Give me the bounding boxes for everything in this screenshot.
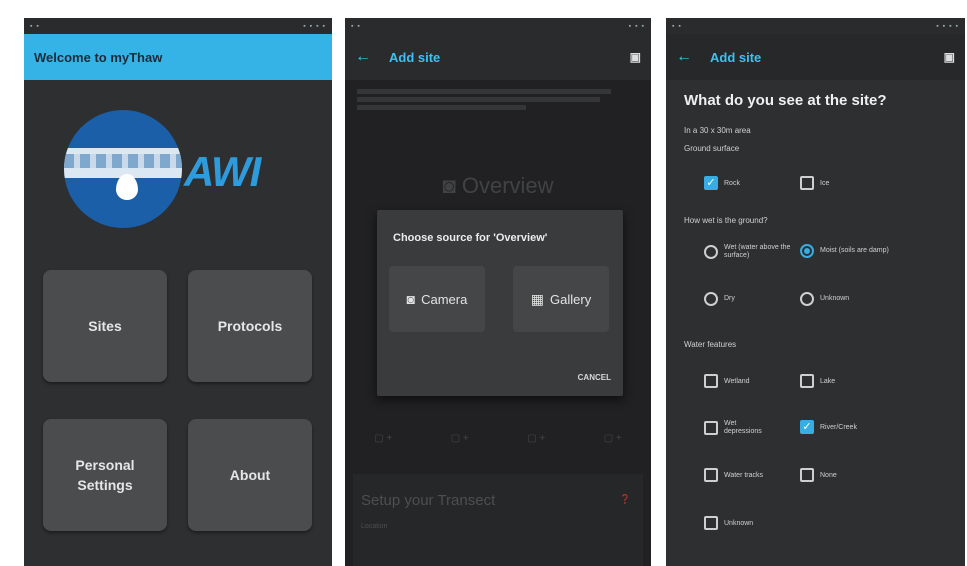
mythaw-logo (64, 110, 182, 228)
cancel-button[interactable]: CANCEL (578, 373, 611, 382)
camera-button[interactable]: ◙ Camera (389, 266, 485, 332)
status-bar: ▪ ▪ ▪ ▪ ▪ ▪ (24, 18, 332, 34)
dialog-title: Choose source for 'Overview' (393, 232, 548, 244)
radio-wet[interactable]: Wet (water above the surface) (704, 244, 794, 260)
checkbox-box (704, 468, 718, 482)
checkbox-label: Wetland (724, 377, 750, 385)
checkbox-label: Wet depressions (724, 420, 762, 435)
checkbox-none[interactable]: None (800, 468, 837, 482)
checkbox-box (800, 176, 814, 190)
about-button[interactable]: About (188, 419, 312, 531)
checkbox-label: Lake (820, 377, 836, 385)
water-features-label: Water features (684, 340, 737, 349)
app-bar: Welcome to myThaw (24, 34, 332, 80)
checkbox-lake[interactable]: Lake (800, 374, 835, 388)
checkbox-label: Ice (820, 179, 830, 187)
checkbox-box (800, 468, 814, 482)
radio-circle (704, 245, 718, 259)
sites-label: Sites (88, 318, 122, 334)
check-icon: ✓ (800, 420, 814, 434)
app-title: Add site (389, 49, 441, 65)
checkbox-rock[interactable]: ✓ Rock (704, 176, 740, 190)
app-title: Welcome to myThaw (34, 49, 163, 65)
checkbox-label: Unknown (724, 519, 754, 527)
personal-settings-label: Personal Settings (75, 457, 135, 493)
checkbox-label: Rock (724, 179, 740, 187)
camera-label: Camera (421, 291, 468, 307)
protocols-label: Protocols (217, 318, 283, 334)
camera-icon: ◙ (406, 291, 416, 307)
source-dialog: Choose source for 'Overview' ◙ Camera ▦ … (377, 210, 623, 396)
checkbox-wetland[interactable]: Wetland (704, 374, 750, 388)
save-icon[interactable]: ▣ (630, 50, 641, 64)
checkbox-label: River/Creek (820, 423, 857, 431)
radio-label: Unknown (820, 295, 850, 302)
radio-label: Dry (724, 295, 735, 302)
checkbox-box (800, 374, 814, 388)
logo-area: AWI (24, 80, 332, 230)
radio-label: Moist (soils are damp) (820, 247, 889, 254)
add-site-photo-screen: ▪ ▪ ▪ ▪ ▪ ← Add site ▣ ◙ Overview ▢ + ▢ +… (345, 18, 651, 566)
checkbox-unknown[interactable]: Unknown (704, 516, 753, 530)
arrow-left-icon[interactable]: ← (676, 48, 692, 66)
status-bar: ▪ ▪ ▪ ▪ ▪ ▪ (666, 18, 965, 34)
personal-settings-button[interactable]: Personal Settings (43, 419, 167, 531)
about-label: About (229, 467, 271, 483)
radio-moist[interactable]: Moist (soils are damp) (800, 244, 890, 258)
radio-circle (800, 292, 814, 306)
checkbox-box (704, 374, 718, 388)
checkbox-wet-depressions[interactable]: Wet depressions (704, 420, 794, 436)
app-title: Add site (710, 49, 762, 65)
radio-circle-selected (800, 244, 814, 258)
save-icon[interactable]: ▣ (944, 50, 955, 64)
checkbox-river-creek[interactable]: ✓ River/Creek (800, 420, 857, 434)
add-site-survey-screen: ▪ ▪ ▪ ▪ ▪ ▪ ← Add site ▣ What do you see … (666, 18, 965, 566)
checkbox-label: Water tracks (724, 471, 764, 479)
radio-dry[interactable]: Dry (704, 292, 735, 306)
gallery-icon: ▦ (530, 290, 545, 307)
radio-circle (704, 292, 718, 306)
question-title: What do you see at the site? (684, 92, 887, 109)
check-icon: ✓ (704, 176, 718, 190)
status-bar: ▪ ▪ ▪ ▪ ▪ (345, 18, 651, 34)
welcome-screen: ▪ ▪ ▪ ▪ ▪ ▪ Welcome to myThaw AWI Sites P… (24, 18, 332, 566)
app-bar: ← Add site ▣ (666, 34, 965, 80)
protocols-button[interactable]: Protocols (188, 270, 312, 382)
gallery-label: Gallery (550, 291, 592, 307)
area-label: In a 30 x 30m area (684, 126, 751, 135)
sites-button[interactable]: Sites (43, 270, 167, 382)
awi-logo: AWI (184, 148, 261, 195)
radio-unknown[interactable]: Unknown (800, 292, 849, 306)
checkbox-box (704, 421, 718, 435)
ground-surface-label: Ground surface (684, 144, 740, 153)
arrow-left-icon[interactable]: ← (355, 48, 371, 66)
gallery-button[interactable]: ▦ Gallery (513, 266, 609, 332)
checkbox-box (704, 516, 718, 530)
radio-label: Wet (water above the surface) (724, 244, 791, 259)
checkbox-label: None (820, 471, 837, 479)
checkbox-ice[interactable]: Ice (800, 176, 829, 190)
wetness-label: How wet is the ground? (684, 216, 768, 225)
checkbox-water-tracks[interactable]: Water tracks (704, 468, 763, 482)
app-bar: ← Add site ▣ (345, 34, 651, 80)
